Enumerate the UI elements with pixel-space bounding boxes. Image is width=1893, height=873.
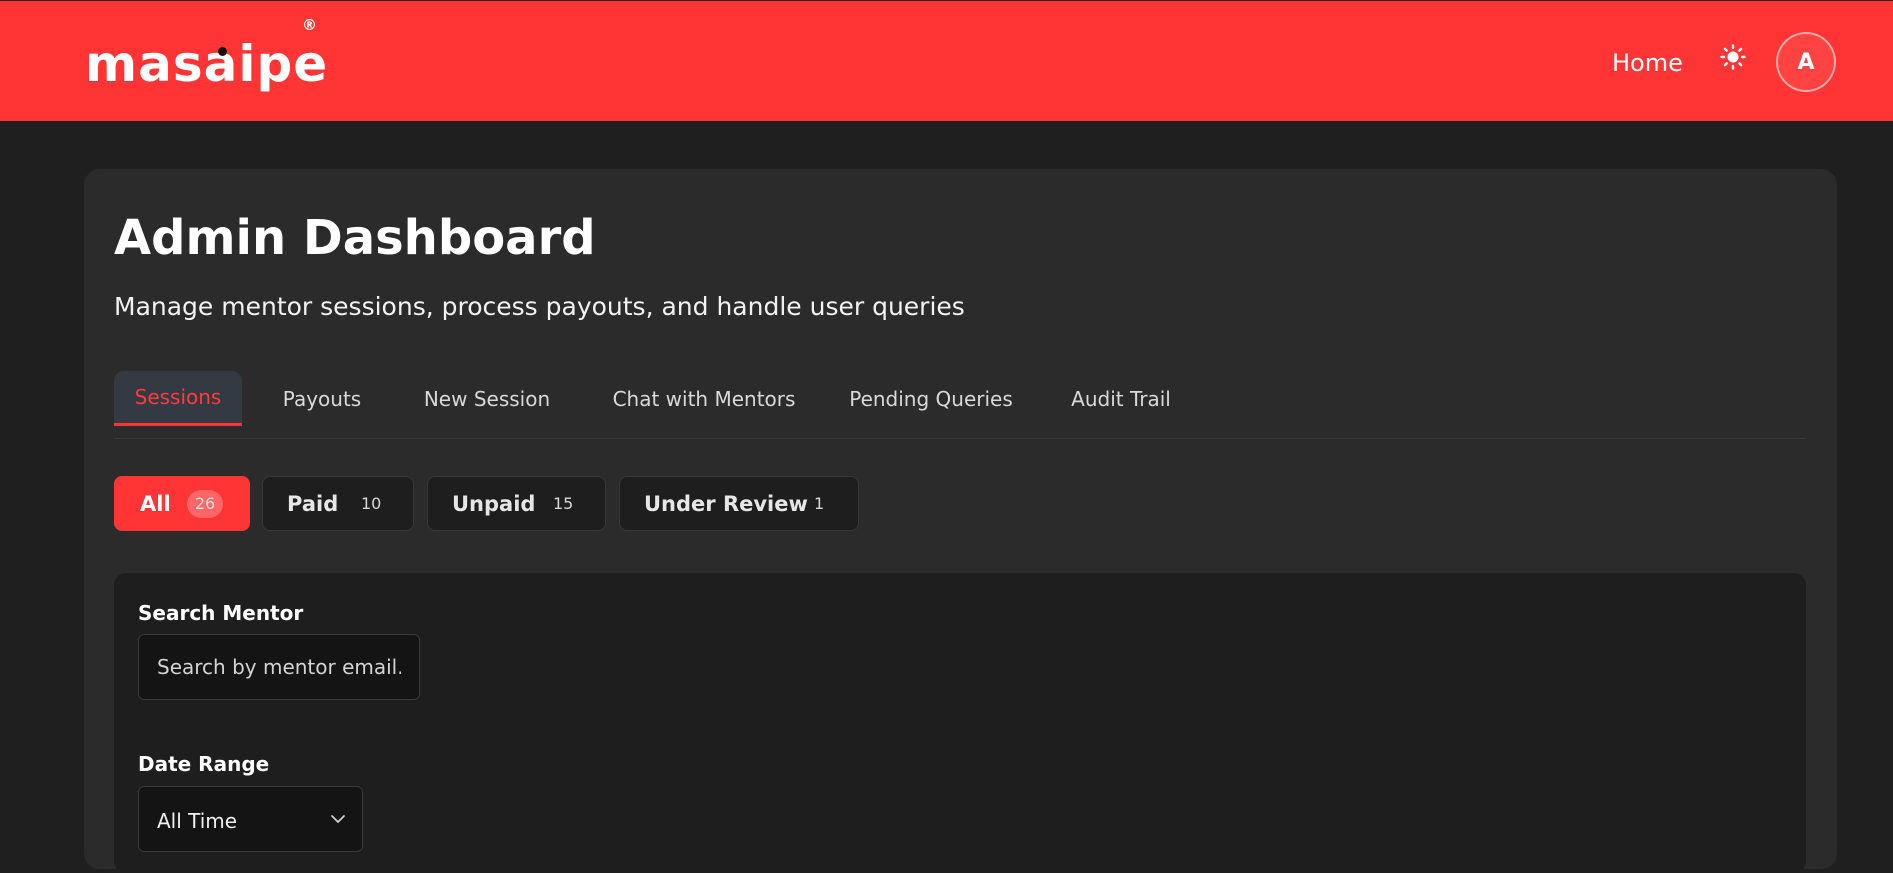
- filter-label: Under Review: [644, 491, 808, 516]
- tab-new-session[interactable]: New Session: [402, 371, 572, 426]
- filter-count-badge: 26: [187, 489, 223, 518]
- filter-under-review-button[interactable]: Under Review 1: [619, 476, 859, 531]
- chevron-down-icon: [330, 811, 346, 831]
- registered-mark: ®: [302, 16, 318, 34]
- dashboard-tabs: Sessions Payouts New Session Chat with M…: [114, 371, 1806, 439]
- filter-count-badge: 1: [814, 494, 825, 513]
- filter-paid-button[interactable]: Paid 10: [262, 476, 414, 531]
- filter-count-badge: 15: [553, 494, 574, 513]
- tab-chat-with-mentors[interactable]: Chat with Mentors: [592, 371, 816, 426]
- filter-panel: [114, 573, 1806, 873]
- logo-text: masaipe: [85, 35, 329, 93]
- tab-audit-trail[interactable]: Audit Trail: [1046, 371, 1196, 426]
- filter-count-badge: 10: [361, 494, 382, 513]
- filter-label: Unpaid: [452, 491, 536, 516]
- tab-payouts[interactable]: Payouts: [262, 371, 382, 426]
- sun-icon: [1720, 44, 1746, 74]
- page-title: Admin Dashboard: [114, 210, 596, 266]
- filter-label: Paid: [287, 491, 339, 516]
- date-range-select[interactable]: All Time: [138, 786, 363, 852]
- user-avatar[interactable]: A: [1776, 32, 1836, 92]
- masaipe-logo[interactable]: masaipe ®: [85, 18, 328, 90]
- filter-all-button[interactable]: All 26: [114, 476, 250, 531]
- tab-pending-queries[interactable]: Pending Queries: [828, 371, 1034, 426]
- search-mentor-input[interactable]: [138, 634, 420, 700]
- logo-dot: [218, 47, 227, 56]
- filter-label: All: [140, 491, 171, 516]
- page-subtitle: Manage mentor sessions, process payouts,…: [114, 292, 965, 321]
- search-mentor-label: Search Mentor: [138, 601, 304, 625]
- top-navbar: masaipe ® Home A: [0, 0, 1893, 121]
- date-range-label: Date Range: [138, 752, 270, 776]
- tab-sessions[interactable]: Sessions: [114, 371, 242, 426]
- nav-home-link[interactable]: Home: [1612, 49, 1683, 77]
- date-range-value: All Time: [157, 809, 238, 833]
- theme-toggle-button[interactable]: [1719, 44, 1747, 74]
- filter-unpaid-button[interactable]: Unpaid 15: [427, 476, 606, 531]
